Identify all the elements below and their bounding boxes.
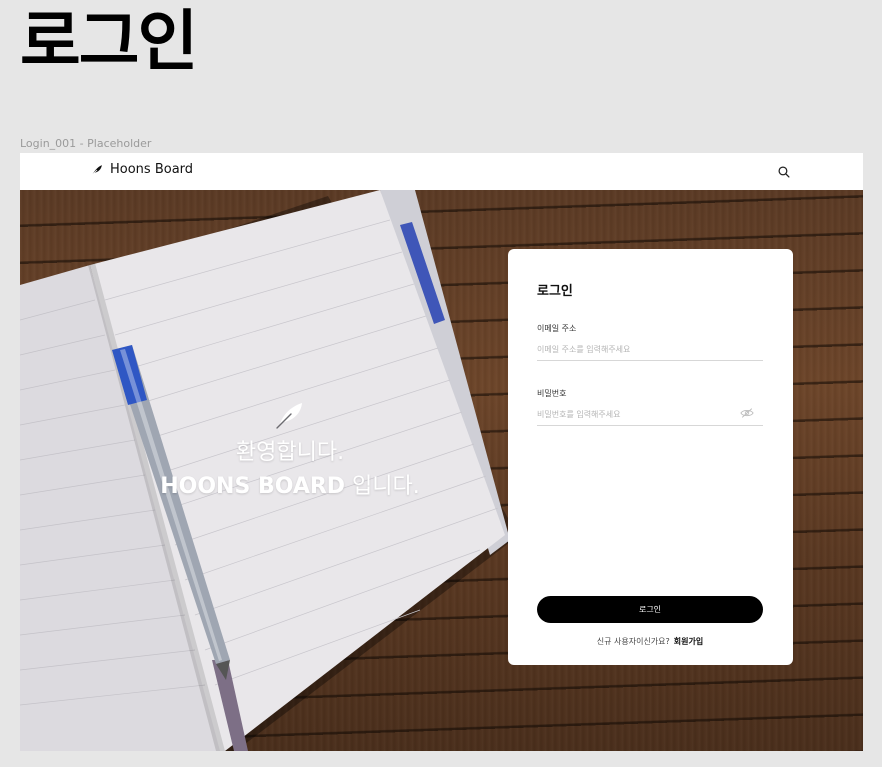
brand-name: Hoons Board bbox=[110, 162, 194, 177]
brand-link[interactable]: Hoons Board bbox=[90, 162, 193, 177]
frame-label: Login_001 - Placeholder bbox=[20, 137, 152, 150]
welcome-line-2: HOONS BOARD 입니다. bbox=[160, 468, 420, 506]
search-icon[interactable] bbox=[777, 165, 791, 179]
signup-row: 신규 사용자이신가요? 회원가입 bbox=[537, 636, 763, 647]
welcome-brand: HOONS BOARD bbox=[160, 474, 346, 499]
email-label: 이메일 주소 bbox=[537, 324, 577, 333]
feather-icon bbox=[276, 403, 302, 429]
page-heading: 로그인 bbox=[20, 3, 198, 80]
signup-prompt: 신규 사용자이신가요? bbox=[596, 637, 670, 646]
email-field[interactable] bbox=[537, 338, 763, 361]
login-frame: Hoons Board 환영합니다. HOONS BOARD 입니다. 로그인 … bbox=[20, 153, 863, 751]
hero-background: 환영합니다. HOONS BOARD 입니다. 로그인 이메일 주소 비밀번호 … bbox=[20, 190, 863, 751]
welcome-line-1: 환영합니다. bbox=[235, 440, 345, 465]
signup-link[interactable]: 회원가입 bbox=[674, 637, 703, 646]
welcome-suffix: 입니다. bbox=[345, 474, 420, 499]
top-navbar: Hoons Board bbox=[20, 153, 863, 190]
feather-icon bbox=[91, 164, 102, 176]
login-title: 로그인 bbox=[537, 284, 573, 299]
welcome-message: 환영합니다. HOONS BOARD 입니다. bbox=[160, 400, 420, 506]
eye-off-icon[interactable] bbox=[740, 407, 754, 419]
login-button[interactable]: 로그인 bbox=[537, 596, 763, 623]
password-label: 비밀번호 bbox=[537, 389, 567, 398]
login-card: 로그인 이메일 주소 비밀번호 로그인 신규 사용자이신가요? 회원가입 bbox=[508, 249, 793, 665]
password-field[interactable] bbox=[537, 403, 763, 426]
